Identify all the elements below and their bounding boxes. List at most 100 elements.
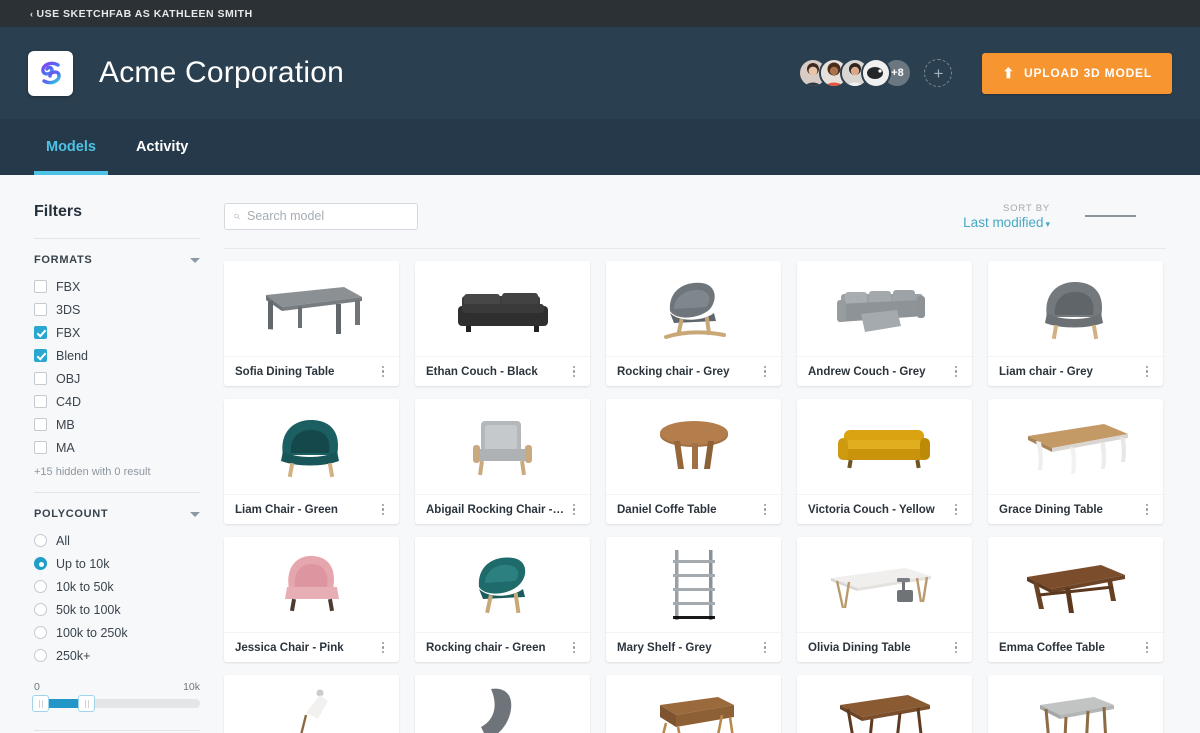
list-view-icon[interactable] [1085,212,1136,220]
checkbox[interactable] [34,395,47,408]
model-card[interactable]: Andrew Couch - Grey [797,261,972,386]
model-options-menu[interactable] [567,641,581,655]
model-options-menu[interactable] [1140,641,1154,655]
checkbox[interactable] [34,303,47,316]
model-options-menu[interactable] [567,503,581,517]
polycount-option-all[interactable]: All [34,529,200,552]
model-thumbnail[interactable] [606,537,781,632]
filter-option-fbx-2[interactable]: FBX [34,321,200,344]
model-options-menu[interactable] [758,365,772,379]
model-thumbnail[interactable] [415,537,590,632]
model-card[interactable] [415,675,590,733]
polycount-option-10k-50k[interactable]: 10k to 50k [34,575,200,598]
polycount-option-50k-100k[interactable]: 50k to 100k [34,598,200,621]
checkbox-checked[interactable] [34,349,47,362]
checkbox-checked[interactable] [34,326,47,339]
model-thumbnail[interactable] [988,261,1163,356]
slider-handle-max[interactable] [78,695,95,712]
model-thumbnail[interactable] [606,261,781,356]
model-card[interactable]: Olivia Dining Table [797,537,972,662]
model-thumbnail[interactable] [797,261,972,356]
model-thumbnail[interactable] [797,675,972,733]
checkbox[interactable] [34,441,47,454]
model-card[interactable]: Rocking chair - Green [415,537,590,662]
checkbox[interactable] [34,418,47,431]
radio[interactable] [34,580,47,593]
polycount-option-250k-plus[interactable]: 250k+ [34,644,200,667]
filter-option-3ds[interactable]: 3DS [34,298,200,321]
search-model-box[interactable] [224,202,418,230]
radio[interactable] [34,534,47,547]
model-thumbnail[interactable] [797,399,972,494]
model-thumbnail[interactable] [224,261,399,356]
model-options-menu[interactable] [758,503,772,517]
model-thumbnail[interactable] [988,675,1163,733]
model-options-menu[interactable] [376,365,390,379]
model-card[interactable]: Grace Dining Table [988,399,1163,524]
model-card[interactable]: Liam Chair - Green [224,399,399,524]
facet-formats-header[interactable]: FORMATS [34,254,200,266]
model-options-menu[interactable] [949,503,963,517]
model-card[interactable] [988,675,1163,733]
model-card[interactable] [224,675,399,733]
model-card[interactable] [797,675,972,733]
model-thumbnail[interactable] [224,675,399,733]
polycount-option-100k-250k[interactable]: 100k to 250k [34,621,200,644]
add-member-button[interactable]: + [924,59,953,87]
model-options-menu[interactable] [376,641,390,655]
radio[interactable] [34,626,47,639]
model-options-menu[interactable] [1140,365,1154,379]
chevron-down-icon[interactable] [190,511,200,517]
model-options-menu[interactable] [376,503,390,517]
model-card[interactable]: Mary Shelf - Grey [606,537,781,662]
model-options-menu[interactable] [567,365,581,379]
model-thumbnail[interactable] [606,675,781,733]
filter-option-ma[interactable]: MA [34,436,200,459]
sort-by-control[interactable]: SORT BY Last modified ▾ [963,203,1050,230]
grid-view-icon[interactable] [1149,208,1166,225]
model-card[interactable]: Daniel Coffe Table [606,399,781,524]
upload-3d-model-button[interactable]: ⬆ UPLOAD 3D MODEL [982,52,1172,94]
slider-handle-min[interactable] [32,695,49,712]
chevron-down-icon[interactable] [190,257,200,263]
model-card[interactable]: Emma Coffee Table [988,537,1163,662]
model-thumbnail[interactable] [224,537,399,632]
filter-option-mb[interactable]: MB [34,413,200,436]
filter-option-obj[interactable]: OBJ [34,367,200,390]
radio-selected[interactable] [34,557,47,570]
model-thumbnail[interactable] [606,399,781,494]
model-thumbnail[interactable] [415,261,590,356]
model-card[interactable] [606,675,781,733]
model-card[interactable]: Sofia Dining Table [224,261,399,386]
radio[interactable] [34,649,47,662]
search-input[interactable] [247,209,408,223]
polycount-option-up-to-10k[interactable]: Up to 10k [34,552,200,575]
checkbox[interactable] [34,372,47,385]
facet-polycount-header[interactable]: POLYCOUNT [34,508,200,520]
model-options-menu[interactable] [949,365,963,379]
sort-by-value[interactable]: Last modified ▾ [963,215,1050,230]
filter-option-blend[interactable]: Blend [34,344,200,367]
slider-track[interactable] [32,695,200,712]
model-options-menu[interactable] [758,641,772,655]
radio[interactable] [34,603,47,616]
polycount-range-slider[interactable]: 0 10k [32,681,200,712]
model-card[interactable]: Ethan Couch - Black [415,261,590,386]
model-thumbnail[interactable] [797,537,972,632]
model-card[interactable]: Victoria Couch - Yellow [797,399,972,524]
tab-models[interactable]: Models [34,119,108,175]
org-logo[interactable] [28,50,73,96]
model-options-menu[interactable] [1140,503,1154,517]
model-thumbnail[interactable] [415,399,590,494]
filter-option-c4d[interactable]: C4D [34,390,200,413]
filter-option-fbx-1[interactable]: FBX [34,275,200,298]
model-thumbnail[interactable] [988,537,1163,632]
model-thumbnail[interactable] [415,675,590,733]
model-card[interactable]: Liam chair - Grey [988,261,1163,386]
checkbox[interactable] [34,280,47,293]
use-sketchfab-as-link[interactable]: ‹ USE SKETCHFAB AS KATHLEEN SMITH [30,8,253,20]
model-thumbnail[interactable] [988,399,1163,494]
model-options-menu[interactable] [949,641,963,655]
tab-activity[interactable]: Activity [124,119,200,175]
model-thumbnail[interactable] [224,399,399,494]
